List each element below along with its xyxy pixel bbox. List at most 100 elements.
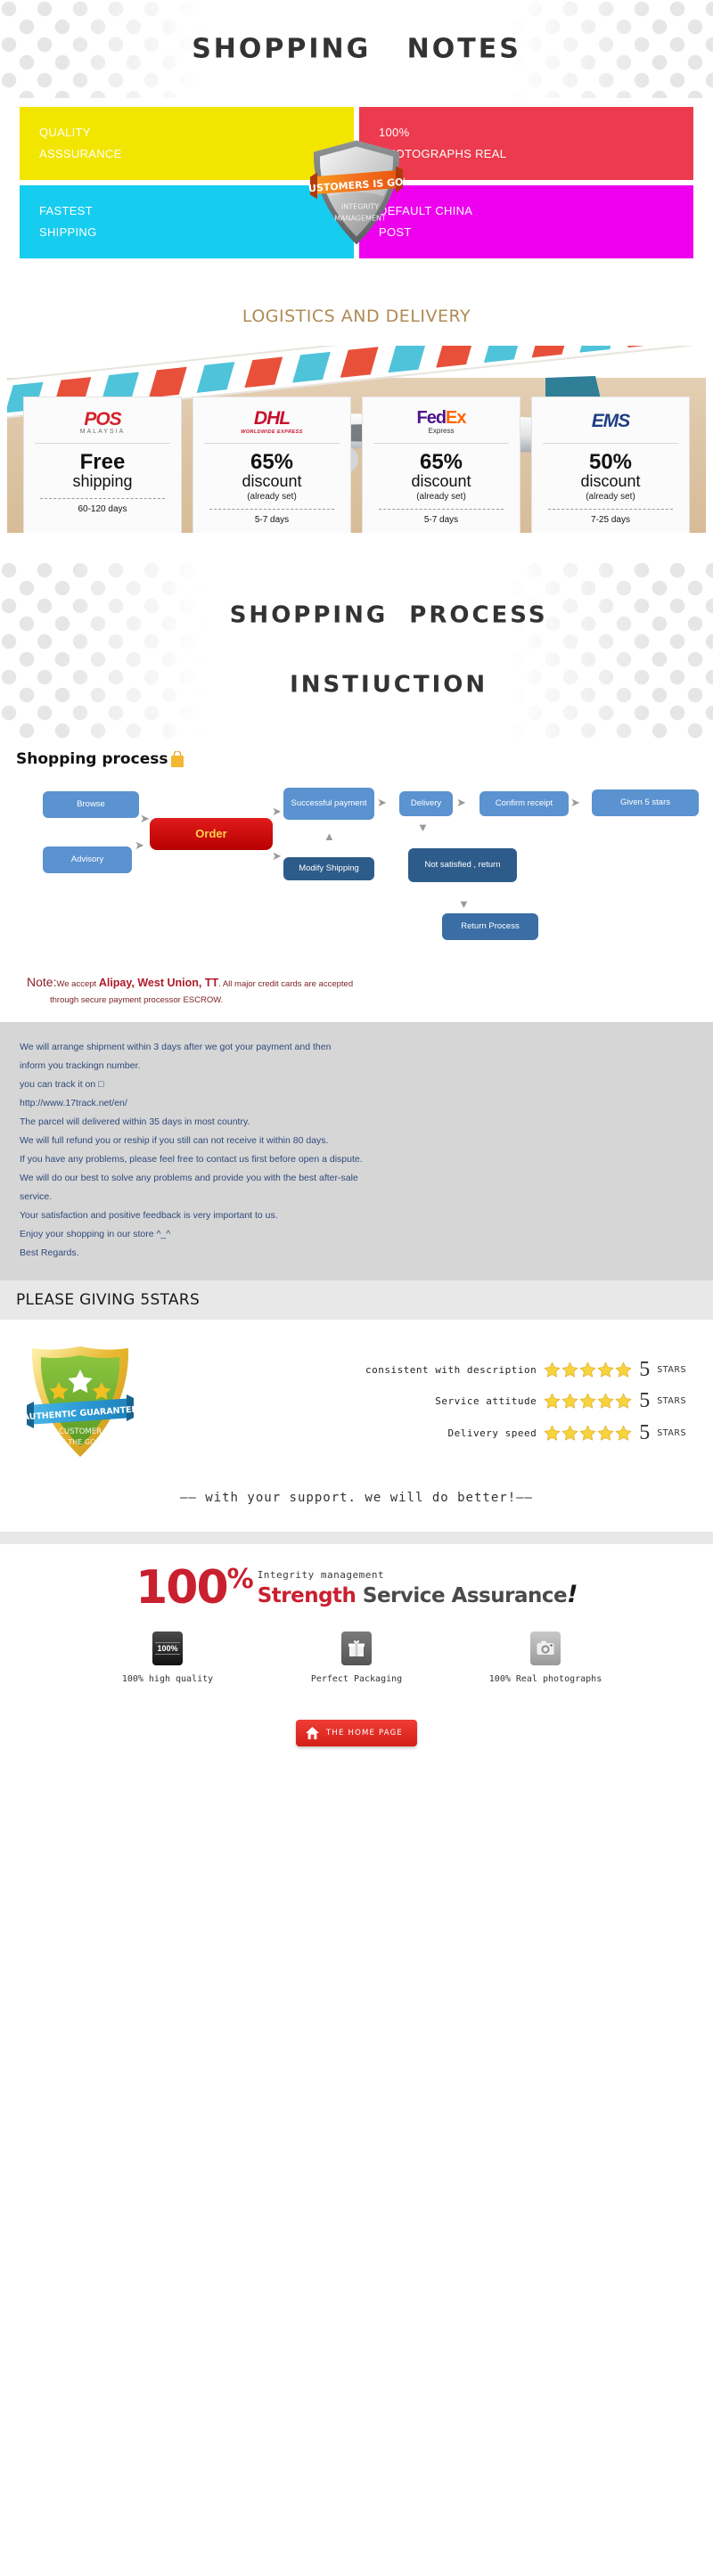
rating-row: Service attitude 5 STARS xyxy=(146,1390,686,1411)
star-rating xyxy=(544,1425,632,1442)
rating-value: 5 xyxy=(639,1357,651,1381)
rating-unit: STARS xyxy=(657,1428,686,1439)
rating-unit: STARS xyxy=(657,1364,686,1375)
rating-unit: STARS xyxy=(657,1396,686,1407)
support-slogan: —— with your support. we will do better!… xyxy=(179,1490,533,1505)
star-icon xyxy=(544,1393,561,1410)
home-button-label: THE HOME PAGE xyxy=(326,1728,403,1738)
flow-arrow-delivery-to-confirm: ➤ xyxy=(456,796,466,809)
note-payment-methods: Alipay, West Union, TT xyxy=(98,977,219,989)
quadrant-line1: 100% xyxy=(379,125,410,139)
divider xyxy=(373,443,509,445)
home-page-button[interactable]: THE HOME PAGE xyxy=(296,1719,417,1746)
note-text-after: . All major credit cards are accepted xyxy=(218,979,354,989)
star-icon xyxy=(597,1425,614,1441)
dashed-divider xyxy=(209,509,334,510)
flow-node-successful-payment[interactable]: Successful payment xyxy=(283,788,374,820)
flow-arrow-modify-to-payment: ▲ xyxy=(324,830,335,843)
ratings-area: AUTHENTIC GUARANTEE CUSTOMER IS THE GOD … xyxy=(0,1320,713,1469)
strength-service-assurance: Strength Service Assurance! xyxy=(258,1582,578,1608)
star-rating xyxy=(544,1393,632,1410)
dashed-divider xyxy=(379,509,504,510)
feature-label: 100% Real photographs xyxy=(488,1673,602,1684)
customers-is-god-shield-icon: CUSTOMERS IS GOD INTEGRITY MANAGEMENT xyxy=(308,140,405,245)
dashed-divider xyxy=(548,509,673,510)
quadrant-line1: FASTEST xyxy=(39,203,93,217)
carrier-logo-text: POS xyxy=(84,408,121,429)
star-rating xyxy=(544,1362,632,1378)
flowchart-title: Shopping process xyxy=(16,750,168,768)
carrier-card[interactable]: FedEx Express 65% discount (already set)… xyxy=(362,397,520,533)
strength-word: Strength xyxy=(257,1583,356,1607)
service-assurance-word: Service Assurance xyxy=(362,1583,568,1607)
flow-node-return-process[interactable]: Return Process xyxy=(442,913,538,940)
carrier-offer-note: (already set) xyxy=(247,492,297,502)
note-line2: through secure payment processor ESCROW. xyxy=(50,994,224,1005)
star-icon xyxy=(561,1362,578,1378)
integrity-management-label: Integrity management xyxy=(257,1568,385,1581)
carrier-delivery-days: 7-25 days xyxy=(591,515,630,525)
quadrant-photographs-real: 100% PHOTOGRAPHS REAL xyxy=(359,107,693,180)
page-header-banner: SHOPPING NOTES xyxy=(0,0,713,98)
star-icon xyxy=(579,1425,596,1441)
flow-node-confirm-receipt[interactable]: Confirm receipt xyxy=(479,791,569,816)
rating-row: consistent with description 5 STARS xyxy=(146,1357,686,1381)
carrier-offer-sub: discount xyxy=(411,472,471,491)
payment-note: Note:We accept Alipay, West Union, TT. A… xyxy=(0,967,713,1022)
star-icon xyxy=(561,1393,578,1410)
authentic-guarantee-shield-icon: AUTHENTIC GUARANTEE CUSTOMER IS THE GOD xyxy=(27,1345,134,1457)
flow-node-given-5-stars[interactable]: Given 5 stars xyxy=(592,789,699,816)
carrier-card[interactable]: DHL WORLDWIDE EXPRESS 65% discount (alre… xyxy=(193,397,351,533)
star-icon xyxy=(615,1425,632,1441)
policy-line: service. xyxy=(20,1190,53,1202)
flow-arrow-delivery-to-return: ▼ xyxy=(417,821,429,834)
rating-value: 5 xyxy=(639,1420,651,1444)
rating-label: Delivery speed xyxy=(447,1427,537,1440)
flowchart-canvas: Browse Advisory Order Successful payment… xyxy=(16,781,699,905)
rating-label: consistent with description xyxy=(365,1363,537,1376)
carrier-offer-main: 50% xyxy=(588,450,633,475)
flow-node-modify-shipping[interactable]: Modify Shipping xyxy=(283,857,374,880)
process-title-line2: INSTIUCTION xyxy=(290,671,488,699)
carrier-offer-note: (already set) xyxy=(416,492,466,502)
divider xyxy=(204,443,340,445)
flow-arrow-order-to-payment: ➤ xyxy=(272,805,282,818)
shopping-notes-page: SHOPPING NOTES QUALITY ASSSURANCE 100% P… xyxy=(0,0,713,1773)
section-divider xyxy=(0,1531,713,1544)
auth-shield-line2: IS THE GOD xyxy=(59,1438,101,1446)
policy-line: The parcel will delivered within 35 days… xyxy=(20,1116,250,1127)
carrier-logo-text: DHL xyxy=(253,408,291,429)
flow-node-advisory[interactable]: Advisory xyxy=(43,846,132,873)
star-icon xyxy=(579,1362,596,1378)
flow-node-order[interactable]: Order xyxy=(150,818,273,850)
policy-line: you can track it on □ xyxy=(20,1078,104,1090)
star-icon xyxy=(544,1362,561,1378)
logistics-section-title: LOGISTICS AND DELIVERY xyxy=(242,307,471,326)
home-button-area: THE HOME PAGE xyxy=(0,1689,713,1773)
carrier-card[interactable]: POS MALAYSIA Free shipping 60-120 days xyxy=(23,397,182,533)
flow-node-not-satisfied[interactable]: Not satisfied , return xyxy=(408,848,517,882)
flow-node-delivery[interactable]: Delivery xyxy=(399,791,453,816)
rating-row: Delivery speed 5 STARS xyxy=(146,1420,686,1444)
quadrant-line2: PHOTOGRAPHS REAL xyxy=(379,147,507,160)
note-label: Note: xyxy=(27,975,57,989)
hundred-number: 100 xyxy=(135,1560,229,1615)
carrier-offer-main: Free xyxy=(79,450,126,475)
star-icon xyxy=(579,1393,596,1410)
footer-section: 100% Integrity management Strength Servi… xyxy=(0,1544,713,1773)
shipping-policy-block: We will arrange shipment within 3 days a… xyxy=(0,1021,713,1280)
flow-arrow-browse-to-order: ➤ xyxy=(140,812,150,825)
star-icon xyxy=(615,1362,632,1378)
flow-arrow-advisory-to-order: ➤ xyxy=(135,838,144,852)
carrier-offer-main: 65% xyxy=(419,450,463,475)
quality-badge-icon: 100% xyxy=(152,1631,183,1665)
star-icon xyxy=(561,1425,578,1441)
flow-node-browse[interactable]: Browse xyxy=(43,791,139,818)
carrier-card[interactable]: EMS 50% discount (already set) 7-25 days xyxy=(531,397,690,533)
policy-tracking-link[interactable]: http://www.17track.net/en/ xyxy=(20,1094,693,1113)
carrier-offer-sub: discount xyxy=(242,472,302,491)
policy-line: Best Regards. xyxy=(20,1247,79,1258)
percent-sign: % xyxy=(226,1563,254,1595)
gift-box-glyph xyxy=(348,1640,365,1656)
carrier-logo-subtext: WORLDWIDE EXPRESS xyxy=(241,429,303,436)
